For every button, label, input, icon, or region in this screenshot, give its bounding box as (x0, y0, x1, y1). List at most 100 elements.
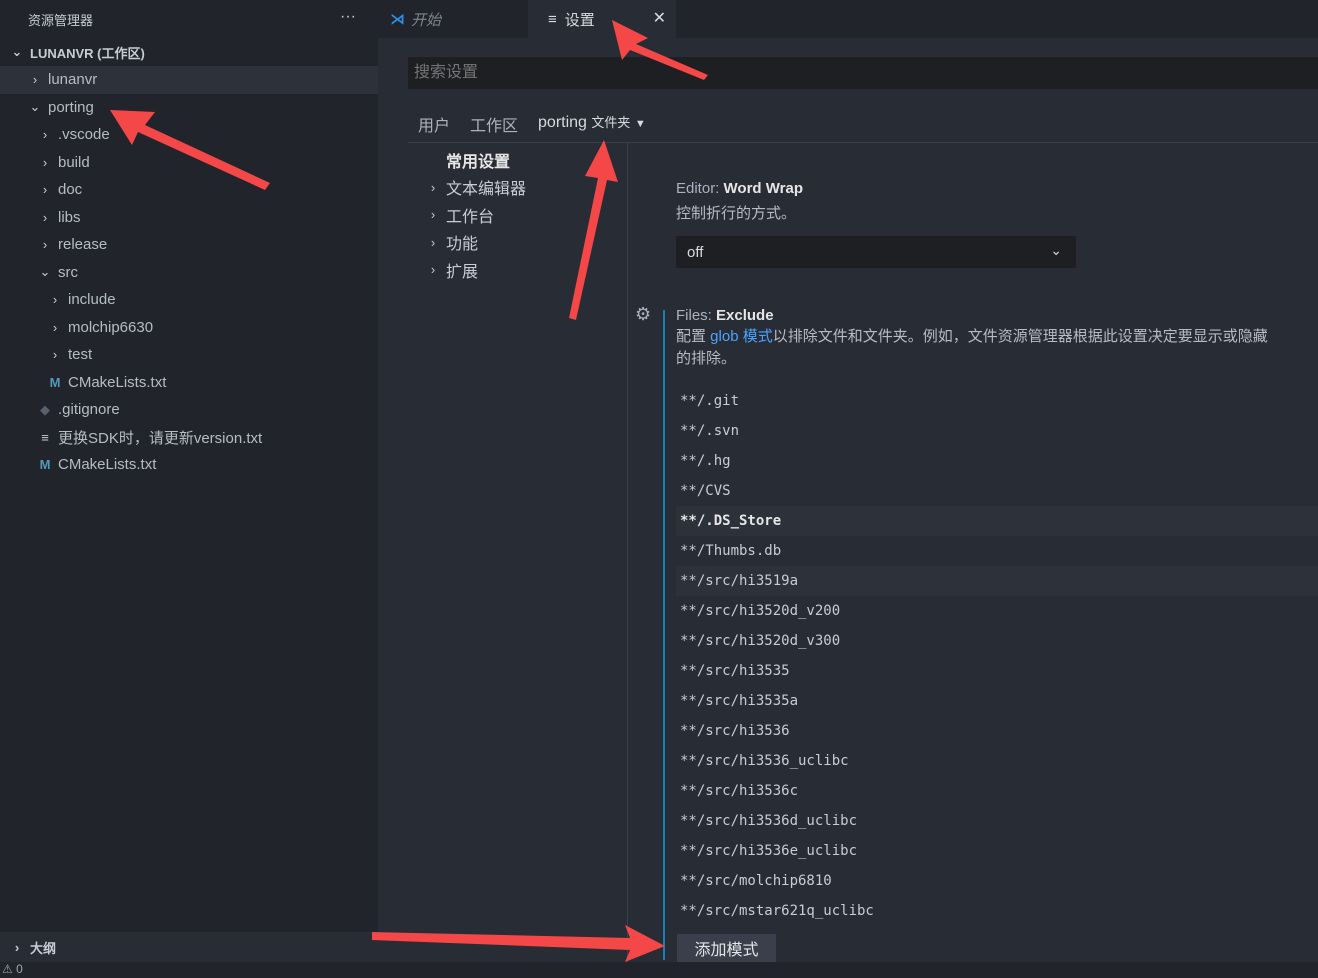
chevron-right-icon: › (32, 72, 38, 88)
vscode-logo-icon: ⋊ (390, 11, 405, 28)
annotation-arrow (372, 925, 665, 962)
text-file-icon: ≡ (41, 429, 49, 445)
settings-scope-tabs: 用户 工作区 porting 文件夹 ▼ (418, 112, 646, 136)
status-bar[interactable]: ⚠ 0 (0, 962, 1318, 978)
exclude-pattern-item[interactable]: **/src/mstar621q_uclibc (676, 896, 1318, 926)
chevron-right-icon: › (42, 182, 48, 198)
chevron-right-icon: › (430, 207, 436, 223)
chevron-right-icon: › (42, 209, 48, 225)
tree-item-label: lunanvr (48, 71, 98, 89)
exclude-pattern-item[interactable]: **/.svn (676, 416, 1318, 446)
file-tree: › lunanvr ⌄ porting › .vscode › build › doc › libs ›… (0, 66, 378, 479)
tree-item-label: CMakeLists.txt (58, 456, 157, 474)
tree-item-label: .gitignore (58, 401, 120, 419)
tree-item-label: test (68, 346, 93, 364)
chevron-right-icon: › (430, 179, 436, 195)
chevron-right-icon: › (52, 292, 58, 308)
exclude-pattern-item[interactable]: **/src/molchip6810 (676, 866, 1318, 896)
tab-welcome[interactable]: ⋊ 开始 (378, 0, 528, 38)
tree-item[interactable]: ◆ .gitignore (0, 396, 378, 424)
exclude-pattern-item[interactable]: **/.DS_Store (676, 506, 1318, 536)
tree-item[interactable]: › doc (0, 176, 378, 204)
exclude-pattern-item[interactable]: **/src/hi3535a (676, 686, 1318, 716)
chevron-right-icon: › (430, 262, 436, 278)
tab-workspace[interactable]: 工作区 (470, 112, 518, 136)
tab-folder[interactable]: porting 文件夹 ▼ (538, 112, 646, 136)
explorer-title: 资源管理器 (28, 12, 94, 28)
chevron-right-icon: › (52, 319, 58, 335)
exclude-pattern-list: **/.git **/.svn **/.hg **/CVS **/.DS_Store **… (676, 386, 1318, 926)
exclude-pattern-item[interactable]: **/src/hi3536d_uclibc (676, 806, 1318, 836)
git-file-icon: ◆ (40, 401, 50, 417)
tab-bar: ⋊ 开始 ≡ 设置 ✕ (378, 0, 1318, 38)
add-pattern-button[interactable]: 添加模式 (677, 934, 776, 962)
tree-item-label: doc (58, 181, 83, 199)
settings-search-input[interactable] (408, 57, 1318, 89)
tree-item[interactable]: › libs (0, 204, 378, 232)
tree-item[interactable]: ⌄ porting (0, 94, 378, 122)
tree-item[interactable]: › include (0, 286, 378, 314)
toc-item[interactable]: › 功能 (426, 229, 626, 257)
exclude-pattern-item[interactable]: **/src/hi3536 (676, 716, 1318, 746)
cmake-file-icon: M (49, 374, 61, 390)
chevron-right-icon: › (52, 347, 58, 363)
exclude-pattern-item[interactable]: **/.git (676, 386, 1318, 416)
exclude-pattern-item[interactable]: **/src/hi3520d_v300 (676, 626, 1318, 656)
divider (627, 143, 628, 962)
chevron-right-icon: › (42, 237, 48, 253)
chevron-down-icon: ⌄ (1050, 242, 1062, 258)
exclude-pattern-item[interactable]: **/.hg (676, 446, 1318, 476)
toc-item[interactable]: 常用设置 (426, 146, 626, 174)
tree-item-label: release (58, 236, 108, 254)
exclude-pattern-item[interactable]: **/CVS (676, 476, 1318, 506)
chevron-right-icon: › (14, 939, 20, 955)
tree-item[interactable]: ⌄ src (0, 259, 378, 287)
tree-item[interactable]: ≡ 更换SDK时，请更新version.txt (0, 424, 378, 452)
toc-item[interactable]: › 扩展 (426, 256, 626, 284)
outline-section[interactable]: › 大纲 (0, 932, 378, 962)
chevron-right-icon: › (42, 127, 48, 143)
tab-user[interactable]: 用户 (418, 112, 450, 136)
chevron-right-icon: › (42, 154, 48, 170)
exclude-pattern-item[interactable]: **/Thumbs.db (676, 536, 1318, 566)
tree-item-label: .vscode (58, 126, 110, 144)
tree-item-label: libs (58, 208, 81, 226)
tree-item-label: src (58, 263, 78, 281)
tab-settings[interactable]: ≡ 设置 ✕ (528, 0, 676, 38)
chevron-down-icon: ⌄ (29, 99, 41, 115)
explorer-sidebar: 资源管理器 ··· ⌄ LUNANVR (工作区) › lunanvr ⌄ portin… (0, 0, 378, 962)
setting-word-wrap: Editor: Word Wrap 控制折行的方式。 (676, 180, 803, 222)
settings-file-icon: ≡ (548, 10, 557, 28)
caret-down-icon: ▼ (634, 118, 646, 130)
exclude-pattern-item[interactable]: **/src/hi3536_uclibc (676, 746, 1318, 776)
tree-item-label: include (68, 291, 116, 309)
tree-item[interactable]: › build (0, 149, 378, 177)
tree-item[interactable]: › test (0, 341, 378, 369)
tree-item[interactable]: › release (0, 231, 378, 259)
tree-item[interactable]: M CMakeLists.txt (0, 369, 378, 397)
gear-icon[interactable]: ⚙ (635, 304, 651, 325)
tree-item[interactable]: › .vscode (0, 121, 378, 149)
tree-item-label: 更换SDK时，请更新version.txt (58, 429, 263, 447)
exclude-pattern-item[interactable]: **/src/hi3536c (676, 776, 1318, 806)
exclude-pattern-item[interactable]: **/src/hi3536e_uclibc (676, 836, 1318, 866)
word-wrap-select[interactable]: off ⌄ (676, 236, 1076, 268)
modified-indicator (663, 310, 665, 960)
tree-item[interactable]: › molchip6630 (0, 314, 378, 342)
glob-pattern-link[interactable]: glob 模式 (710, 328, 773, 345)
exclude-pattern-item[interactable]: **/src/hi3520d_v200 (676, 596, 1318, 626)
tree-item[interactable]: › lunanvr (0, 66, 378, 94)
toc-item[interactable]: › 工作台 (426, 201, 626, 229)
more-actions-icon[interactable]: ··· (340, 8, 356, 26)
tree-item-label: molchip6630 (68, 318, 154, 336)
chevron-down-icon: ⌄ (11, 44, 23, 59)
workspace-header[interactable]: ⌄ LUNANVR (工作区) (0, 38, 378, 66)
exclude-pattern-item[interactable]: **/src/hi3535 (676, 656, 1318, 686)
tree-item[interactable]: M CMakeLists.txt (0, 451, 378, 479)
toc-item[interactable]: › 文本编辑器 (426, 174, 626, 202)
tree-item-label: porting (48, 98, 94, 116)
tree-item-label: build (58, 153, 90, 171)
exclude-pattern-item[interactable]: **/src/hi3519a (676, 566, 1318, 596)
setting-files-exclude: Files: Exclude 配置 glob 模式以排除文件和文件夹。例如，文件… (676, 307, 1268, 367)
close-icon[interactable]: ✕ (653, 8, 666, 28)
